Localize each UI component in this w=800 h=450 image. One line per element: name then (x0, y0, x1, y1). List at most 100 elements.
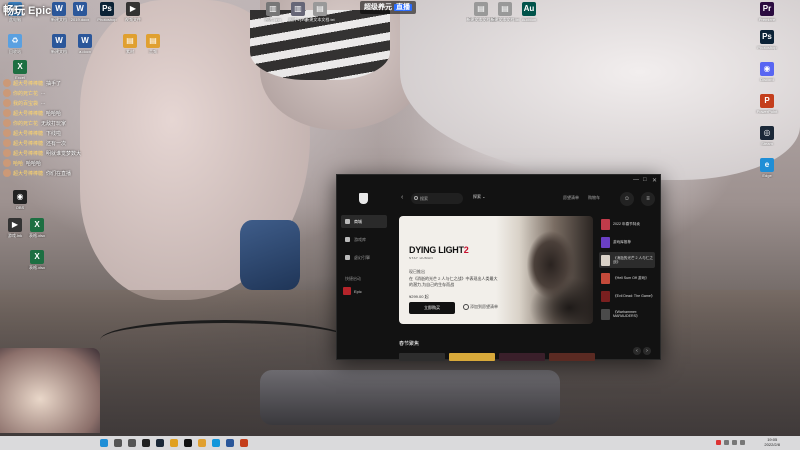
tray-icon[interactable] (716, 440, 721, 445)
word-icon[interactable] (226, 439, 234, 447)
clock-date: 2022/2/8 (764, 442, 780, 447)
chat-message: 你的死亡花 无敌打玩家 (3, 118, 123, 128)
wallpaper-shape (400, 0, 800, 180)
section-title: 春节聚焦 (399, 341, 420, 347)
sale-thumbnail[interactable] (399, 353, 445, 361)
desktop-icon[interactable]: W 2019.docx (65, 2, 95, 22)
store-icon (345, 219, 350, 224)
app-icon: X (30, 218, 44, 232)
avatar (3, 129, 11, 137)
sale-thumbnail[interactable] (449, 353, 495, 361)
library-icon (345, 237, 350, 242)
sale-thumbnail[interactable] (499, 353, 545, 361)
taskbar-clock[interactable]: 19:05 2022/2/8 (764, 437, 780, 447)
back-arrow-icon[interactable]: ‹ (401, 194, 403, 201)
arrow-left-icon[interactable]: ‹ (633, 347, 641, 355)
featured-rail: 2022 年春节特卖游戏库推荐《消逝的光芒 2 人与仁之战》《Hell Sum … (599, 216, 655, 324)
featured-rail-item[interactable]: 《消逝的光芒 2 人与仁之战》 (599, 252, 655, 268)
app-icon: ▤ (123, 34, 137, 48)
qq-icon[interactable] (212, 439, 220, 447)
featured-rail-item[interactable]: 《Evil Dead: The Game》 (599, 288, 655, 304)
featured-rail-item[interactable]: 《Warhammer: MARAUDERS》 (599, 306, 655, 322)
close-button[interactable]: ✕ (652, 177, 657, 184)
avatar (3, 159, 11, 167)
chat-message: 超大号棒棒糖 明就谁觉梦数大 (3, 148, 123, 158)
app-icon: X (13, 60, 27, 74)
desktop-icon[interactable]: ♻ 回收站 (0, 34, 30, 54)
folder-icon[interactable] (198, 439, 206, 447)
rail-thumbnail (601, 218, 610, 230)
rail-label: 《Hell Sum Off 游戏》 (613, 275, 649, 280)
rail-label: 游戏库推荐 (613, 239, 631, 244)
chat-username: 哈哈 (13, 160, 24, 167)
desktop-icon[interactable]: Pr Premiere (752, 2, 782, 22)
nav-library[interactable]: 游戏库 (341, 233, 387, 246)
arrow-right-icon[interactable]: › (643, 347, 651, 355)
desktop-icon[interactable]: X 表格.xlsx (22, 218, 52, 238)
chat-message: 超大号棒棒糖 还有一次 (3, 138, 123, 148)
nav-store[interactable]: 商城 (341, 215, 387, 228)
app-icon: ▤ (146, 34, 160, 48)
chat-text: 明就谁觉梦数大 (46, 150, 82, 157)
desktop-icon[interactable]: Ps Photoshop (752, 30, 782, 50)
app-icon: ▥ (291, 2, 305, 16)
desktop-icon-label: 新建文本文档.txt (305, 17, 335, 22)
task-view-icon[interactable] (128, 439, 136, 447)
nav-unreal[interactable]: 虚幻引擎 (341, 251, 387, 264)
quick-launch-item[interactable]: Epic (343, 287, 362, 295)
desktop-icon[interactable]: ▶ 视频文件 (118, 2, 148, 22)
app-icon: X (30, 250, 44, 264)
sale-thumbnail[interactable] (549, 353, 595, 361)
unreal-icon (345, 255, 350, 260)
chat-username: 超大号棒棒糖 (13, 110, 44, 117)
app-icon: W (73, 2, 87, 16)
desktop-icon[interactable]: Au Audition (514, 2, 544, 22)
epic-icon[interactable] (184, 439, 192, 447)
desktop-icon[interactable]: P PowerPoint (752, 94, 782, 114)
discover-dropdown[interactable]: 探索 ⌄ (473, 194, 485, 200)
rail-label: 《Warhammer: MARAUDERS》 (613, 309, 640, 318)
desktop-icon[interactable]: ▤ 新建文本文档.txt (305, 2, 335, 22)
desktop-icon[interactable]: ◎ Steam (752, 126, 782, 146)
chat-username: 超大号棒棒糖 (13, 130, 44, 137)
buy-now-button[interactable]: 立即购买 (409, 302, 455, 314)
epic-launcher-window: 商城 游戏库 虚幻引擎 快捷启动 Epic ‹ 搜索 探索 ⌄ 愿望清单 购物车… (336, 174, 661, 361)
minimize-button[interactable]: — (633, 177, 639, 183)
add-to-wishlist-button[interactable]: 添加到愿望清单 (463, 304, 498, 310)
volume-icon[interactable] (732, 440, 737, 445)
chrome-icon[interactable] (170, 439, 178, 447)
desktop-icon[interactable]: X 表格.xlsx (22, 250, 52, 270)
cart-link[interactable]: 购物车 (588, 195, 600, 201)
user-avatar[interactable]: ≡ (641, 192, 655, 206)
featured-rail-item[interactable]: 《Hell Sum Off 游戏》 (599, 270, 655, 286)
desktop-icon[interactable]: X Excel (5, 60, 35, 80)
featured-rail-item[interactable]: 2022 年春节特卖 (599, 216, 655, 232)
network-icon[interactable] (740, 440, 745, 445)
powerpoint-icon[interactable] (240, 439, 248, 447)
desktop-icon-label: 表格.xlsx (29, 233, 45, 238)
chat-username: 我的百宝袋 (13, 100, 39, 107)
steam-icon[interactable] (156, 439, 164, 447)
friends-icon[interactable]: ☺ (620, 192, 634, 206)
epic-logo-icon[interactable] (359, 193, 368, 204)
desktop-icon[interactable]: Wa.docx (70, 34, 100, 54)
desktop-icon[interactable]: ▤ 音频 (138, 34, 168, 54)
store-search-input[interactable]: 搜索 (411, 193, 463, 204)
tray-icon[interactable] (724, 440, 729, 445)
quick-launch-label: 快捷启动 (345, 276, 361, 281)
desktop-icon-label: Discord (760, 77, 774, 82)
windows-icon[interactable] (100, 439, 108, 447)
chat-text: 哈哈哈 (26, 160, 42, 167)
featured-hero-banner[interactable]: DYING LIGHT2 STAY HUMAN 现已推出 在《消逝的光芒 2 人… (399, 216, 593, 324)
search-icon[interactable] (114, 439, 122, 447)
desktop-icon[interactable]: ◉ Discord (752, 62, 782, 82)
maximize-button[interactable]: □ (643, 177, 647, 183)
live-badge: 超级养元 直播 (360, 1, 416, 14)
featured-rail-item[interactable]: 游戏库推荐 (599, 234, 655, 250)
desktop-icon[interactable]: e Edge (752, 158, 782, 178)
wishlist-link[interactable]: 愿望清单 (563, 195, 579, 201)
taskbar: 19:05 2022/2/8 (0, 436, 800, 450)
obs-icon[interactable] (142, 439, 150, 447)
desktop-icon[interactable]: ◉ OBS (5, 190, 35, 210)
rail-thumbnail (601, 290, 610, 302)
